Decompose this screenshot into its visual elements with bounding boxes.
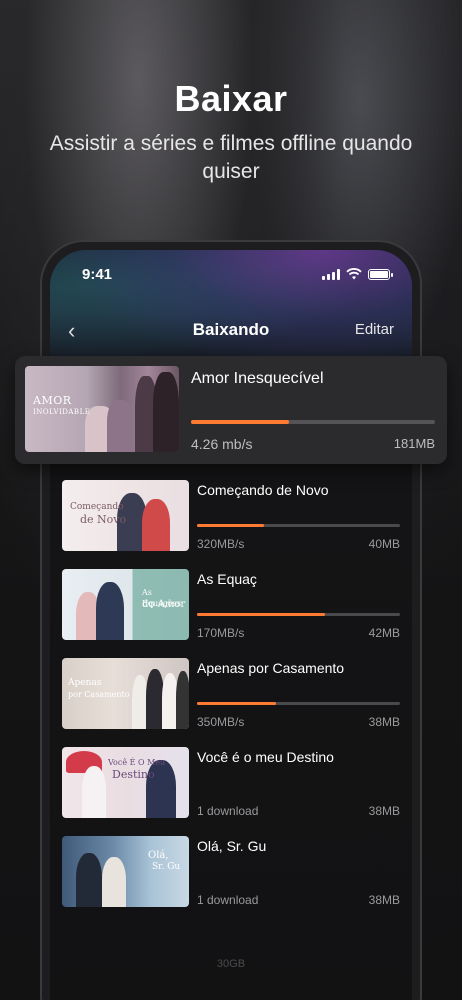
- download-list: Começando de Novo Começando de Novo 320M…: [62, 480, 400, 925]
- list-item[interactable]: Olá, Sr. Gu Olá, Sr. Gu 1 download 38MB: [62, 836, 400, 925]
- thumbnail-text: Apenas: [68, 678, 102, 688]
- item-title: As Equaç: [197, 571, 257, 587]
- item-title: Você é o meu Destino: [197, 749, 334, 765]
- cellular-signal-icon: [322, 268, 340, 280]
- progress-fill: [191, 420, 289, 424]
- thumbnail: Olá, Sr. Gu: [62, 836, 189, 907]
- progress-fill: [197, 702, 277, 705]
- list-item[interactable]: Começando de Novo Começando de Novo 320M…: [62, 480, 400, 569]
- item-title: Começando de Novo: [197, 482, 329, 498]
- item-size: 40MB: [368, 537, 400, 551]
- status-time: 9:41: [82, 266, 113, 283]
- storage-label: 30GB: [216, 958, 246, 970]
- item-title: Apenas por Casamento: [197, 660, 345, 676]
- progress-fill: [197, 524, 264, 527]
- featured-title: Amor Inesquecível: [191, 370, 324, 387]
- featured-thumbnail: AMOR INOLVIDABLE: [25, 366, 179, 452]
- list-item[interactable]: As Equações do Amor As Equaç 170MB/s 42M…: [62, 569, 400, 658]
- thumbnail-text: Começando: [70, 502, 124, 512]
- featured-speed: 4.26 mb/s: [191, 436, 253, 452]
- thumbnail-text: Sr. Gu: [152, 862, 181, 872]
- thumbnail: Começando de Novo: [62, 480, 189, 551]
- item-size: 38MB: [368, 804, 400, 818]
- item-speed: 320MB/s: [197, 537, 245, 551]
- thumbnail-text: Você É O Meu: [108, 758, 166, 767]
- list-item[interactable]: Apenas por Casamento Apenas por Casament…: [62, 658, 400, 747]
- thumbnail-subtitle: INOLVIDABLE: [33, 408, 91, 416]
- item-size: 42MB: [368, 626, 400, 640]
- thumbnail: Você É O Meu Destino: [62, 747, 189, 818]
- item-speed: 350MB/s: [197, 715, 245, 729]
- thumbnail-text: de Novo: [80, 513, 127, 526]
- item-speed: 170MB/s: [197, 626, 245, 640]
- thumbnail-text: Destino: [112, 768, 155, 781]
- battery-icon: [368, 268, 393, 280]
- item-size: 38MB: [368, 893, 400, 907]
- featured-size: 181MB: [393, 436, 435, 451]
- wifi-icon: [346, 268, 362, 280]
- featured-download-card[interactable]: AMOR INOLVIDABLE Amor Inesquecível 4.26 …: [15, 356, 447, 464]
- thumbnail-text: por Casamento: [68, 690, 130, 699]
- list-item[interactable]: Você É O Meu Destino Você é o meu Destin…: [62, 747, 400, 836]
- progress-bar: [197, 702, 400, 705]
- featured-progress-bar: [191, 420, 435, 424]
- thumbnail: Apenas por Casamento: [62, 658, 189, 729]
- progress-fill: [197, 613, 325, 616]
- thumbnail-text: Olá,: [148, 850, 169, 861]
- edit-button[interactable]: Editar: [355, 321, 394, 338]
- thumbnail: As Equações do Amor: [62, 569, 189, 640]
- thumbnail-title: AMOR: [33, 394, 72, 407]
- item-status: 1 download: [197, 804, 259, 818]
- item-title: Olá, Sr. Gu: [197, 838, 267, 854]
- hero-subtitle: Assistir a séries e filmes offline quand…: [49, 132, 413, 183]
- item-status: 1 download: [197, 893, 259, 907]
- thumbnail-text: do Amor: [142, 599, 186, 610]
- progress-bar: [197, 613, 400, 616]
- status-icons: [322, 268, 393, 280]
- hero-title: Baixar: [174, 78, 288, 119]
- progress-bar: [197, 524, 400, 527]
- item-size: 38MB: [368, 715, 400, 729]
